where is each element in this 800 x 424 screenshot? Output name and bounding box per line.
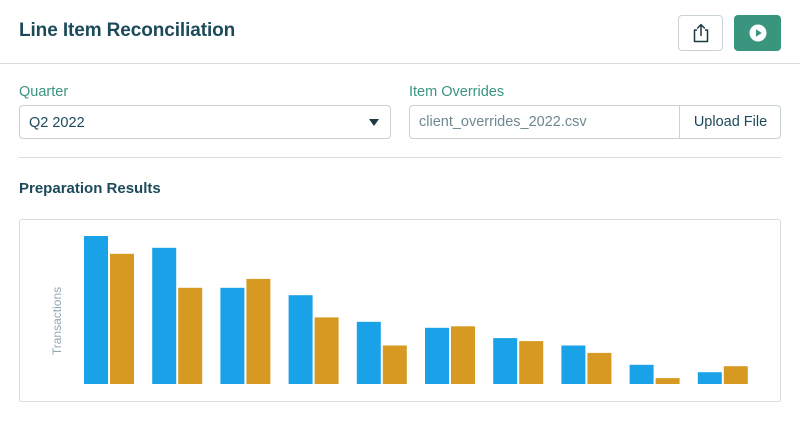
item-overrides-field: Upload File: [409, 105, 781, 139]
bar-series-1-item-9: [629, 364, 654, 384]
bar-series-2-item-4: [314, 317, 339, 384]
bar-series-1-item-7: [493, 338, 518, 384]
bar-series-2-item-9: [655, 378, 680, 384]
share-icon: [693, 23, 708, 43]
bar-series-1-item-8: [561, 345, 586, 384]
bar-series-2-item-5: [382, 345, 407, 384]
bar-series-1-item-2: [152, 247, 177, 384]
bar-series-2-item-10: [723, 366, 748, 384]
results-chart-panel: Transactions: [19, 219, 781, 402]
quarter-label: Quarter: [19, 84, 69, 100]
bar-series-1-item-3: [220, 287, 245, 384]
app-header: Line Item Reconciliation: [0, 0, 800, 64]
share-button[interactable]: [678, 15, 723, 51]
item-overrides-input[interactable]: [410, 106, 680, 138]
bar-series-1-item-5: [356, 321, 381, 384]
section-divider: [19, 157, 781, 158]
bar-series-2-item-8: [587, 352, 612, 384]
bar-series-2-item-6: [451, 326, 475, 384]
bar-series-2-item-3: [246, 278, 271, 384]
play-icon: [749, 24, 766, 42]
bar-series-1-item-4: [288, 295, 313, 384]
upload-file-button[interactable]: Upload File: [679, 106, 781, 138]
bar-series-2-item-2: [178, 287, 203, 384]
bar-series-1-item-1: [84, 236, 108, 384]
bar-series-1-item-6: [425, 327, 449, 384]
results-chart: Transactions: [50, 236, 748, 384]
item-overrides-label: Item Overrides: [409, 84, 505, 100]
results-title: Preparation Results: [19, 180, 161, 197]
bar-series-2-item-1: [110, 253, 134, 384]
y-axis-label: Transactions: [50, 287, 64, 355]
quarter-select-value: Q2 2022: [29, 115, 85, 131]
quarter-select[interactable]: Q2 2022: [19, 105, 391, 139]
bar-series-1-item-10: [697, 372, 722, 384]
page-title: Line Item Reconciliation: [19, 20, 236, 41]
chevron-down-icon: [369, 119, 379, 126]
run-button[interactable]: [734, 15, 781, 51]
bar-series-2-item-7: [519, 341, 544, 384]
